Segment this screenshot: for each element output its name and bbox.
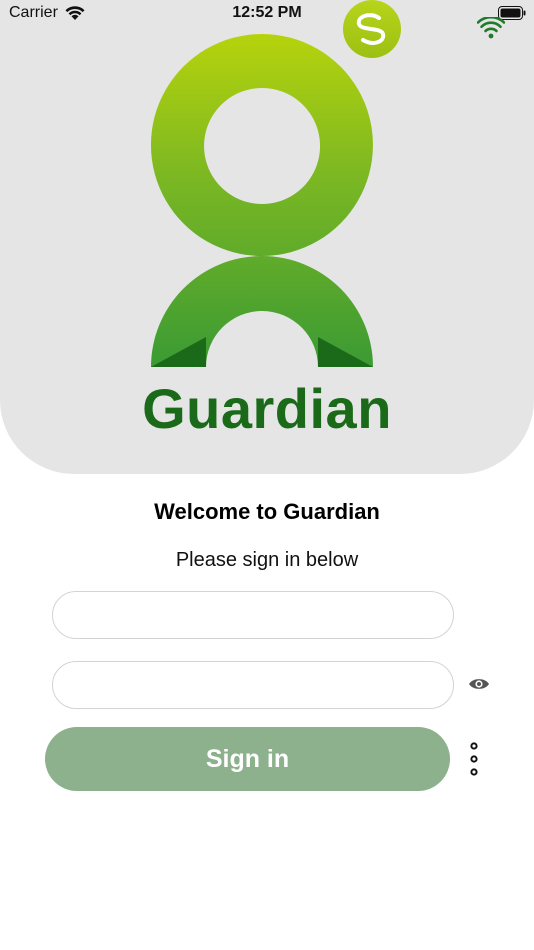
wifi-signal-icon — [477, 17, 505, 39]
eye-icon[interactable] — [468, 675, 490, 693]
welcome-heading: Welcome to Guardian — [154, 499, 380, 524]
username-field[interactable] — [52, 591, 454, 639]
status-bar: Carrier 12:52 PM — [0, 0, 534, 28]
login-screen: Carrier 12:52 PM Guardian Welcome to Gua… — [0, 0, 534, 950]
signin-button[interactable]: Sign in — [45, 727, 450, 791]
brand-name: Guardian — [142, 377, 392, 440]
password-field[interactable] — [52, 661, 454, 709]
s-swirl-badge-icon[interactable] — [343, 0, 401, 58]
guardian-person-logo — [150, 34, 373, 367]
clock: 12:52 PM — [232, 4, 302, 21]
vertical-more-icon[interactable] — [465, 741, 483, 777]
signin-subtitle: Please sign in below — [175, 549, 359, 571]
